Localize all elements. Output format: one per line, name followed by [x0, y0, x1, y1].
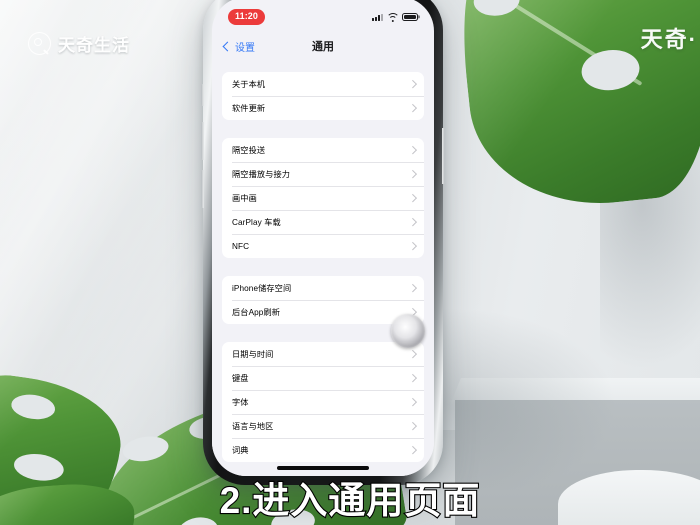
status-time: 11:20: [228, 8, 266, 26]
list-item[interactable]: 画中画: [222, 186, 424, 210]
settings-group: 隔空投送 隔空播放与接力 画中画 CarPlay 车载 NFC: [222, 138, 424, 258]
list-item[interactable]: 键盘: [222, 366, 424, 390]
chevron-right-icon: [408, 80, 417, 88]
chevron-right-icon: [408, 242, 417, 250]
watermark-top-right: 天奇·: [640, 27, 698, 52]
touch-cursor-icon: [391, 314, 425, 348]
list-item-label: 语言与地区: [232, 422, 274, 431]
list-item-label: 画中画: [232, 194, 257, 203]
list-item-label: NFC: [232, 241, 250, 251]
chevron-right-icon: [408, 146, 417, 154]
list-item-label: 后台App刷新: [232, 308, 281, 317]
list-item-label: 字体: [232, 398, 249, 407]
battery-icon: [402, 12, 418, 22]
list-item-label: 隔空投送: [232, 146, 266, 155]
volume-down-button[interactable]: [201, 170, 204, 208]
caption-text: 2.进入通用页面: [218, 479, 481, 522]
chevron-right-icon: [408, 398, 417, 406]
chevron-right-icon: [408, 422, 417, 430]
settings-list[interactable]: 关于本机 软件更新 隔空投送 隔空播放与接力 画中画 CarPlay 车载 NF…: [212, 61, 434, 476]
list-item-label: 键盘: [232, 374, 249, 383]
leaf-notch: [472, 0, 522, 18]
list-item-label: 词典: [232, 446, 249, 455]
cellular-signal-icon: [372, 13, 383, 21]
chevron-right-icon: [408, 284, 417, 292]
iphone-device: 11:20 设置 通用 关于本机 软件更新 隔空投送 隔空播放与接力 画中画 C…: [201, 0, 445, 485]
chevron-right-icon: [408, 350, 417, 358]
list-item[interactable]: NFC: [222, 234, 424, 258]
list-item[interactable]: CarPlay 车载: [222, 210, 424, 234]
magnifier-circle-icon: [28, 32, 51, 55]
power-button[interactable]: [442, 128, 445, 184]
chevron-right-icon: [408, 194, 417, 202]
list-item-label: iPhone储存空间: [232, 284, 292, 293]
list-item[interactable]: iPhone储存空间: [222, 276, 424, 300]
phone-screen: 11:20 设置 通用 关于本机 软件更新 隔空投送 隔空播放与接力 画中画 C…: [212, 0, 434, 476]
list-item[interactable]: 隔空播放与接力: [222, 162, 424, 186]
status-icons: [372, 12, 418, 22]
settings-group: 关于本机 软件更新: [222, 72, 424, 120]
list-item-label: 软件更新: [232, 104, 266, 113]
brand-logo: 天奇生活: [28, 31, 130, 56]
list-item[interactable]: 隔空投送: [222, 138, 424, 162]
list-item[interactable]: 词典: [222, 438, 424, 462]
chevron-right-icon: [408, 218, 417, 226]
back-button[interactable]: 设置: [222, 39, 255, 54]
mute-switch[interactable]: [201, 84, 204, 106]
chevron-right-icon: [408, 104, 417, 112]
screenshot-stage: 11:20 设置 通用 关于本机 软件更新 隔空投送 隔空播放与接力 画中画 C…: [0, 0, 700, 525]
list-item-label: CarPlay 车载: [232, 218, 281, 227]
status-bar: 11:20: [212, 0, 434, 31]
list-item-label: 关于本机: [232, 80, 266, 89]
navigation-bar: 设置 通用: [212, 31, 434, 61]
brand-logo-text: 天奇生活: [58, 36, 130, 55]
chevron-right-icon: [408, 374, 417, 382]
settings-group: iPhone储存空间 后台App刷新: [222, 276, 424, 324]
chevron-right-icon: [408, 170, 417, 178]
settings-group: 日期与时间 键盘 字体 语言与地区 词典: [222, 342, 424, 462]
list-item[interactable]: 关于本机: [222, 72, 424, 96]
list-item-label: 日期与时间: [232, 350, 274, 359]
list-item[interactable]: 日期与时间: [222, 342, 424, 366]
list-item-label: 隔空播放与接力: [232, 170, 291, 179]
back-button-label: 设置: [235, 42, 255, 54]
chevron-right-icon: [408, 446, 417, 454]
wifi-icon: [386, 13, 399, 22]
list-item[interactable]: 字体: [222, 390, 424, 414]
volume-up-button[interactable]: [201, 122, 204, 160]
chevron-left-icon: [222, 41, 233, 51]
list-item[interactable]: 语言与地区: [222, 414, 424, 438]
leaf-notch: [9, 391, 57, 422]
list-item[interactable]: 软件更新: [222, 96, 424, 120]
